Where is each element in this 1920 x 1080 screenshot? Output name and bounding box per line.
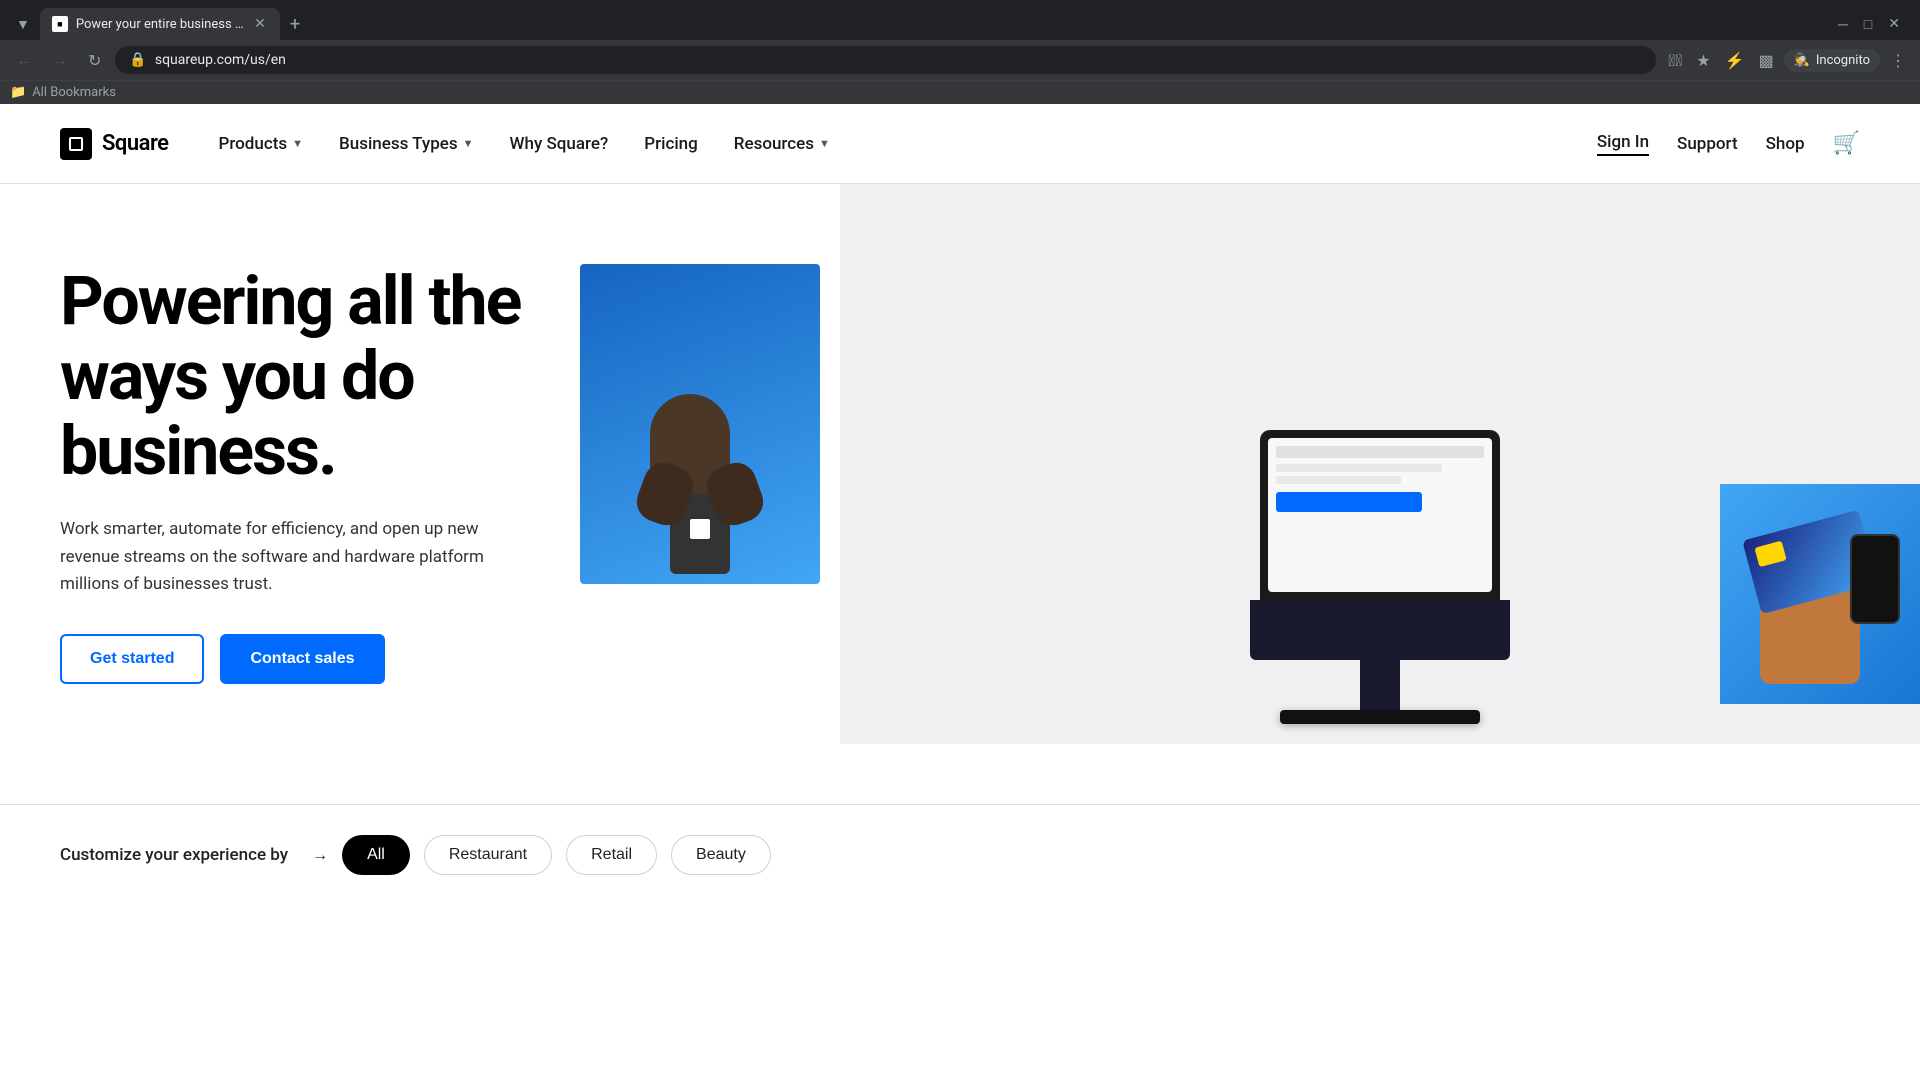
cast-icon[interactable]: ▩	[1755, 47, 1778, 74]
browser-chrome: ▼ ■ Power your entire business | Sq ✕ + …	[0, 0, 1920, 104]
website-content: Square Products ▼ Business Types ▼ Why S…	[0, 104, 1920, 905]
new-tab-button[interactable]: +	[284, 12, 306, 37]
logo-icon	[60, 128, 92, 160]
menu-icon[interactable]: ⋮	[1886, 47, 1910, 74]
folder-icon: 📁	[10, 85, 26, 100]
tab-favicon: ■	[52, 16, 68, 32]
toolbar-actions: 👁̸ ★ ⚡ ▩ 🕵 Incognito ⋮	[1664, 47, 1910, 74]
nav-resources-label: Resources	[734, 134, 814, 154]
nav-resources[interactable]: Resources ▼	[734, 126, 830, 162]
reload-button[interactable]: ↻	[82, 47, 107, 74]
hero-images	[580, 184, 1920, 744]
tab-title: Power your entire business | Sq	[76, 17, 244, 32]
shop-link[interactable]: Shop	[1766, 134, 1805, 154]
nav-links: Products ▼ Business Types ▼ Why Square? …	[219, 126, 1597, 162]
tab-close-button[interactable]: ✕	[252, 14, 268, 34]
bookmarks-label[interactable]: All Bookmarks	[32, 85, 116, 100]
hero-content: Powering all the ways you do business. W…	[60, 244, 580, 684]
tab-scroll-left[interactable]: ▼	[10, 12, 36, 37]
filter-beauty-button[interactable]: Beauty	[671, 835, 771, 875]
address-bar[interactable]: 🔒 squareup.com/us/en	[115, 46, 1656, 74]
close-button[interactable]: ✕	[1888, 16, 1900, 32]
filter-arrow-icon: →	[312, 845, 328, 865]
maximize-button[interactable]: □	[1864, 16, 1872, 33]
filter-retail-button[interactable]: Retail	[566, 835, 657, 875]
nav-why-square-label: Why Square?	[510, 134, 609, 154]
back-button[interactable]: ←	[10, 46, 38, 74]
incognito-label: Incognito	[1816, 53, 1870, 68]
hero-section: Powering all the ways you do business. W…	[0, 184, 1920, 744]
filter-label: Customize your experience by	[60, 845, 288, 865]
chevron-down-icon: ▼	[463, 137, 474, 150]
nav-products[interactable]: Products ▼	[219, 126, 304, 162]
active-tab[interactable]: ■ Power your entire business | Sq ✕	[40, 8, 280, 40]
hero-image-reader	[580, 264, 820, 584]
nav-why-square[interactable]: Why Square?	[510, 126, 609, 162]
incognito-icon: 🕵	[1794, 53, 1810, 68]
nav-pricing[interactable]: Pricing	[644, 126, 698, 162]
incognito-indicator: 🕵 Incognito	[1784, 49, 1880, 72]
bookmarks-bar: 📁 All Bookmarks	[0, 80, 1920, 104]
cart-icon[interactable]: 🛒	[1833, 131, 1860, 156]
filter-bar: Customize your experience by → All Resta…	[0, 804, 1920, 905]
logo-link[interactable]: Square	[60, 128, 169, 160]
nav-pricing-label: Pricing	[644, 134, 698, 154]
window-controls: ─ □ ✕	[1838, 16, 1910, 33]
filter-all-button[interactable]: All	[342, 835, 410, 875]
sign-in-link[interactable]: Sign In	[1597, 132, 1649, 156]
minimize-button[interactable]: ─	[1838, 16, 1848, 33]
contact-sales-button[interactable]: Contact sales	[220, 634, 384, 684]
square-logo-shape	[69, 137, 83, 151]
nav-actions: Sign In Support Shop 🛒	[1597, 131, 1860, 156]
hero-title: Powering all the ways you do business.	[60, 264, 580, 488]
tab-bar: ▼ ■ Power your entire business | Sq ✕ + …	[0, 0, 1920, 40]
filter-restaurant-button[interactable]: Restaurant	[424, 835, 552, 875]
get-started-button[interactable]: Get started	[60, 634, 204, 684]
lock-icon: 🔒	[129, 52, 146, 68]
chevron-down-icon: ▼	[292, 137, 303, 150]
hero-buttons: Get started Contact sales	[60, 634, 580, 684]
browser-toolbar: ← → ↻ 🔒 squareup.com/us/en 👁̸ ★ ⚡ ▩ 🕵 In…	[0, 40, 1920, 80]
hero-subtitle: Work smarter, automate for efficiency, a…	[60, 516, 490, 598]
site-nav: Square Products ▼ Business Types ▼ Why S…	[0, 104, 1920, 184]
eye-off-icon[interactable]: 👁̸	[1664, 47, 1686, 74]
hero-image-card	[1720, 484, 1920, 704]
logo-text: Square	[102, 131, 169, 156]
chevron-down-icon: ▼	[819, 137, 830, 150]
extension-icon[interactable]: ⚡	[1721, 47, 1749, 74]
nav-products-label: Products	[219, 134, 288, 154]
bookmark-icon[interactable]: ★	[1692, 47, 1714, 74]
support-link[interactable]: Support	[1677, 134, 1738, 154]
nav-business-types[interactable]: Business Types ▼	[339, 126, 474, 162]
url-text: squareup.com/us/en	[155, 52, 1642, 68]
nav-business-types-label: Business Types	[339, 134, 458, 154]
forward-button[interactable]: →	[46, 46, 74, 74]
